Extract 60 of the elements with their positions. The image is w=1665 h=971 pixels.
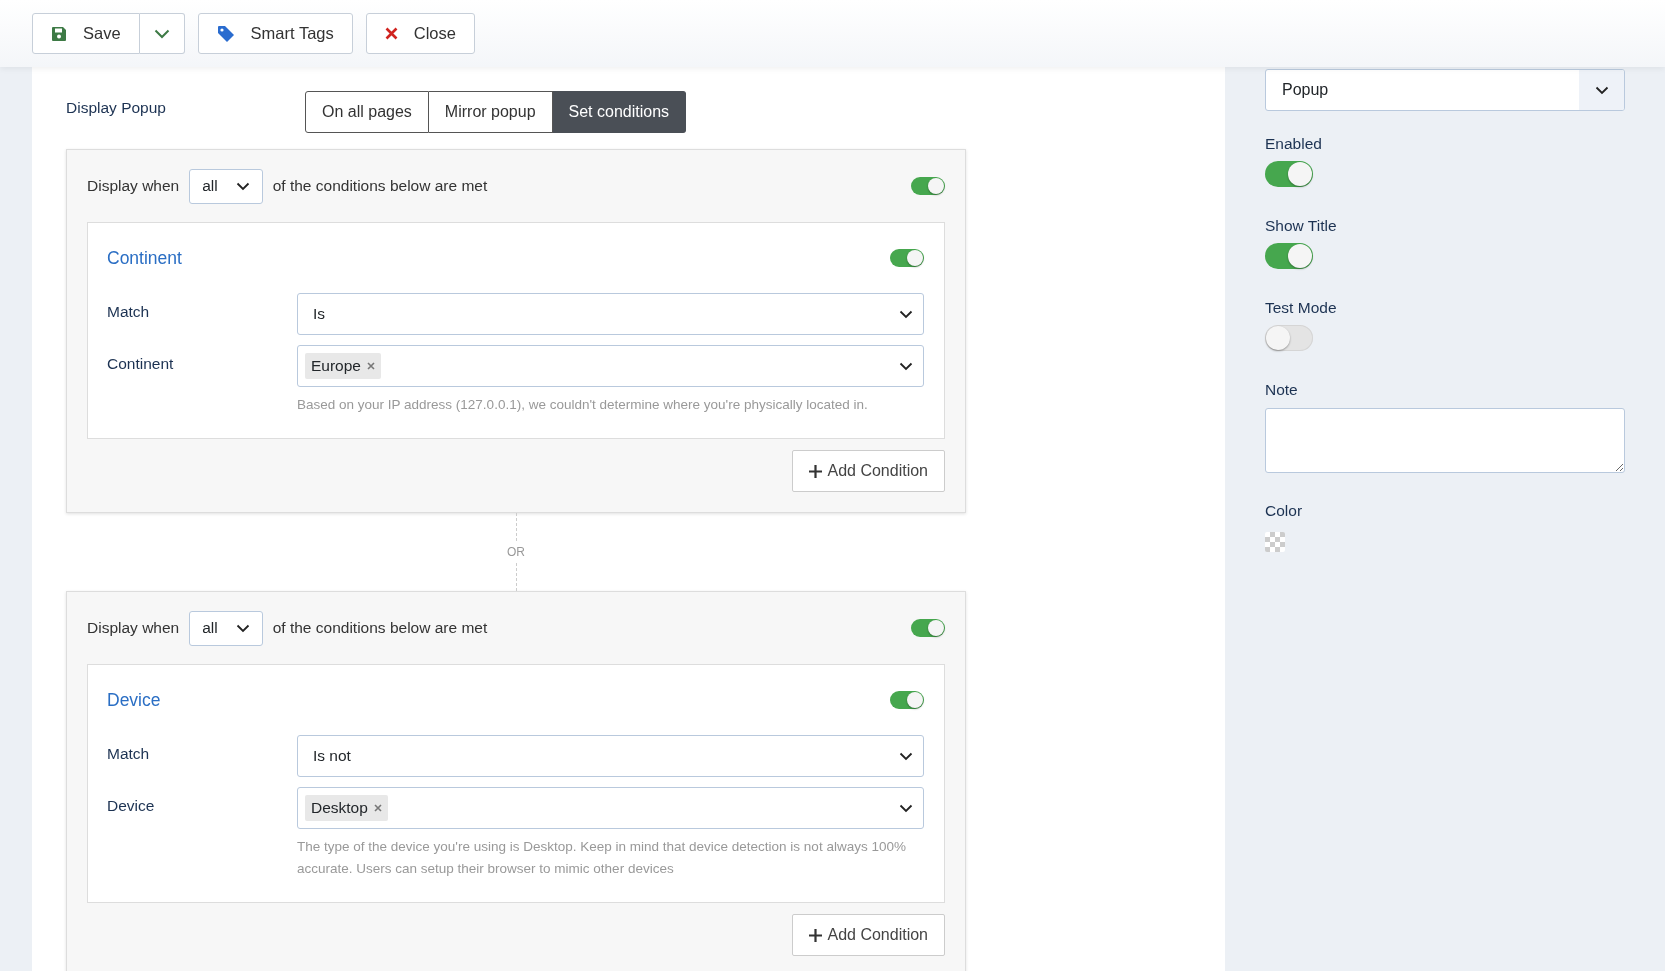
toggle-switch[interactable] [911,619,945,637]
field-label: Continent [107,354,175,373]
field-label: Match [107,302,151,321]
condition-title: Continent [107,247,182,269]
tag-select[interactable]: Desktop [297,787,924,829]
type-select[interactable]: Popup [1265,69,1625,111]
field-label: Enabled [1265,135,1322,153]
toggle-switch[interactable] [911,177,945,195]
separator-label: OR [507,544,525,561]
field-label: Show Title [1265,217,1337,235]
close-icon [384,27,398,40]
group-suffix-text: of the conditions below are met [272,619,488,637]
toggle-switch[interactable] [1265,161,1313,187]
help-text: The type of the device you're using is Desktop. Keep in mind that device detection is not always 100% accurate. Users can setup their browser to mimic other devices [297,838,907,878]
field-label: Test Mode [1265,299,1337,317]
chevron-down-icon [899,803,913,813]
group-suffix-text: of the conditions below are met [272,177,488,195]
operator-select[interactable]: all [189,168,263,204]
tag-select[interactable]: Europe [297,345,924,387]
match-select[interactable]: Is not [297,735,924,777]
toggle-switch[interactable] [890,691,924,709]
field-label: Device [107,796,156,815]
match-select[interactable]: Is [297,293,924,335]
toggle-switch[interactable] [1265,243,1313,269]
operator-select[interactable]: all [189,610,263,646]
color-swatch[interactable] [1265,532,1285,552]
toggle-switch[interactable] [890,249,924,267]
plus-icon [809,928,823,942]
segment-option[interactable]: Set conditions [552,91,687,133]
condition-title: Device [107,689,161,711]
chevron-down-icon [153,28,170,39]
remove-tag-icon[interactable] [367,362,375,370]
field-label: Note [1265,381,1298,399]
help-text: Based on your IP address (127.0.0.1), we couldn't determine where you're physically located in. [297,396,869,414]
chevron-down-icon [235,623,250,633]
note-field[interactable] [1265,408,1625,473]
group-prefix-text: Display when [87,177,180,195]
chevron-down-icon [235,181,250,191]
segment-option[interactable]: On all pages [305,91,429,133]
group-prefix-text: Display when [87,619,180,637]
chevron-down-icon [899,361,913,371]
add-condition-button[interactable]: Add Condition [792,914,945,956]
dropdown-toggle[interactable] [139,13,185,54]
chevron-down-icon [1594,85,1609,95]
add-condition-button[interactable]: Add Condition [792,450,945,492]
field-label: Match [107,744,151,763]
close-button[interactable]: Close [365,13,475,54]
remove-tag-icon[interactable] [373,804,382,812]
chevron-down-icon [899,751,913,761]
tag-icon [216,24,235,43]
tag-chip: Desktop [305,795,388,821]
field-label: Color [1265,502,1303,520]
segment-option[interactable]: Mirror popup [428,91,553,133]
field-label: Display Popup [66,98,167,117]
chevron-down-icon [899,309,913,319]
save-button[interactable]: Save [32,13,140,54]
smart-tags-button[interactable]: Smart Tags [197,13,353,54]
plus-icon [809,464,823,478]
tag-chip: Europe [305,353,381,379]
toggle-switch[interactable] [1265,325,1313,351]
